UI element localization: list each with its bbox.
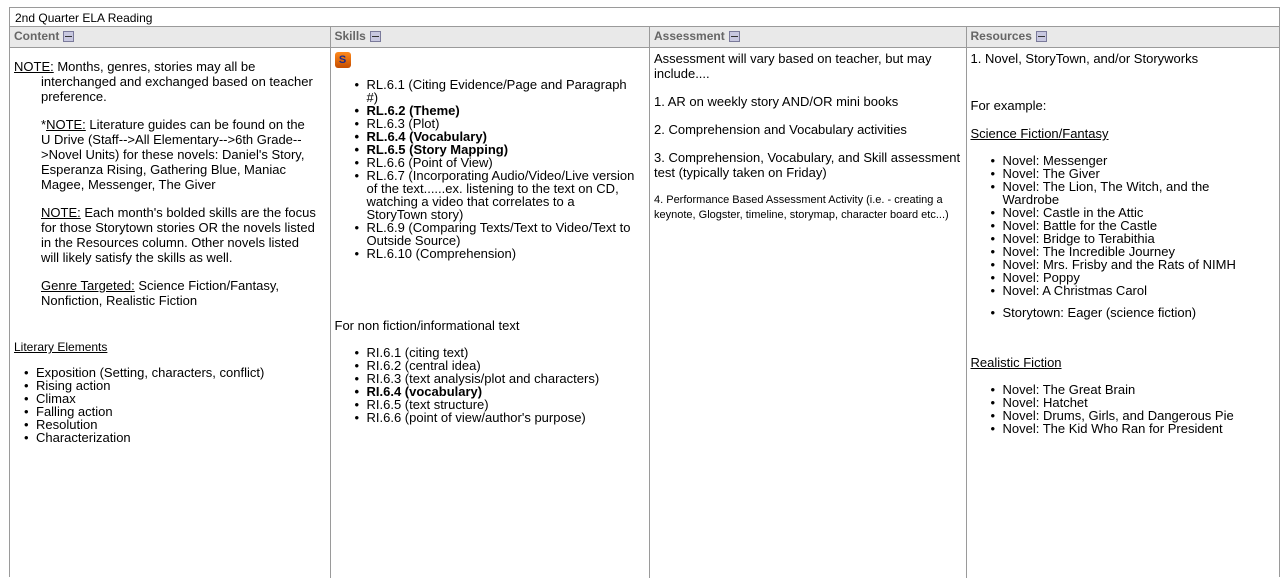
assessment-intro: Assessment will vary based on teacher, b… (654, 51, 932, 81)
assessment-item-1: 1. AR on weekly story AND/OR mini books (654, 94, 899, 109)
assessment-item-2: 2. Comprehension and Vocabulary activiti… (654, 122, 907, 137)
list-item: Novel: A Christmas Carol (991, 284, 1270, 297)
list-item: Storytown: Eager (science fiction) (991, 306, 1276, 319)
list-item: RL.6.9 (Comparing Texts/Text to Video/Te… (355, 221, 636, 247)
realistic-list: Novel: The Great Brain Novel: Hatchet No… (971, 383, 1276, 435)
body-row: NOTE: Months, genres, stories may all be… (10, 48, 1279, 578)
assessment-cell: Assessment will vary based on teacher, b… (650, 48, 967, 578)
header-skills-label: Skills (334, 29, 366, 43)
scifi-heading[interactable]: Science Fiction/Fantasy (971, 126, 1276, 141)
table-title: 2nd Quarter ELA Reading (10, 8, 1279, 27)
skills-cell: S RL.6.1 (Citing Evidence/Page and Parag… (331, 48, 650, 578)
assessment-item-3: 3. Comprehension, Vocabulary, and Skill … (654, 150, 961, 180)
rl-skills-list: RL.6.1 (Citing Evidence/Page and Paragra… (335, 78, 646, 260)
header-row: Content Skills Assessment Resources (10, 27, 1279, 48)
list-item: RI.6.6 (point of view/author's purpose) (355, 411, 636, 424)
ela-table: 2nd Quarter ELA Reading Content Skills A… (9, 7, 1280, 578)
header-resources: Resources (967, 27, 1280, 47)
resources-intro: 1. Novel, StoryTown, and/or Storyworks (970, 51, 1199, 66)
note-literature-guides: *NOTE: Literature guides can be found on… (41, 117, 305, 192)
header-skills: Skills (331, 27, 650, 47)
list-item: RL.6.7 (Incorporating Audio/Video/Live v… (355, 169, 636, 221)
list-item: Characterization (24, 431, 326, 444)
header-assessment-label: Assessment (654, 29, 725, 43)
list-item: RL.6.1 (Citing Evidence/Page and Paragra… (355, 78, 636, 104)
storytown-icon[interactable]: S (334, 52, 351, 68)
literary-elements-list: Exposition (Setting, characters, conflic… (14, 366, 326, 444)
note-bolded-skills: NOTE: Each month's bolded skills are the… (41, 205, 316, 265)
collapse-resources-icon[interactable] (1035, 31, 1047, 42)
nonfiction-label: For non fiction/informational text (334, 318, 520, 333)
header-resources-label: Resources (970, 29, 1032, 43)
content-cell: NOTE: Months, genres, stories may all be… (10, 48, 331, 578)
list-item: Novel: The Lion, The Witch, and the Ward… (991, 180, 1270, 206)
note-months: NOTE: Months, genres, stories may all be… (14, 59, 313, 104)
scifi-list: Novel: Messenger Novel: The Giver Novel:… (971, 154, 1276, 297)
storytown-list: Storytown: Eager (science fiction) (971, 306, 1276, 319)
resources-cell: 1. Novel, StoryTown, and/or Storyworks F… (967, 48, 1280, 578)
example-label: For example: (970, 98, 1047, 113)
realistic-heading[interactable]: Realistic Fiction (971, 355, 1276, 370)
collapse-assessment-icon[interactable] (728, 31, 740, 42)
collapse-skills-icon[interactable] (369, 31, 381, 42)
header-content: Content (10, 27, 331, 47)
header-content-label: Content (14, 29, 60, 43)
ri-skills-list: RI.6.1 (citing text) RI.6.2 (central ide… (335, 346, 646, 424)
list-item: Novel: The Kid Who Ran for President (991, 422, 1270, 435)
assessment-item-4: 4. Performance Based Assessment Activity… (654, 194, 949, 221)
literary-elements-label: Literary Elements (14, 340, 108, 354)
list-item: RL.6.10 (Comprehension) (355, 247, 636, 260)
collapse-content-icon[interactable] (63, 31, 75, 42)
genre-targeted: Genre Targeted: Science Fiction/Fantasy,… (41, 278, 279, 308)
header-assessment: Assessment (650, 27, 967, 47)
content-notes: *NOTE: Literature guides can be found on… (14, 117, 326, 308)
